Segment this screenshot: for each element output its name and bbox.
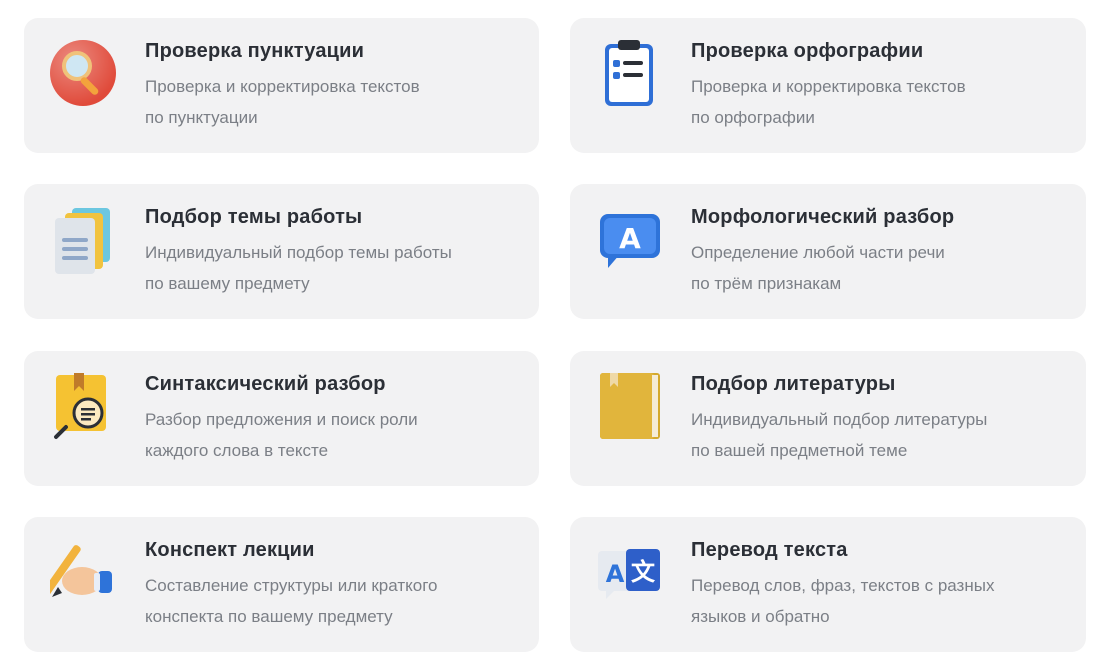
service-title: Конспект лекции [145, 539, 315, 561]
service-title: Подбор темы работы [145, 206, 363, 228]
service-description: Индивидуальный подбор темы работы по ваш… [145, 243, 452, 293]
letter-a-speech-bubble-icon: A [596, 204, 662, 274]
service-card-translation[interactable]: A 文 Перевод текста Перевод слов, фраз, т… [570, 517, 1086, 652]
svg-text:A: A [619, 222, 641, 255]
service-description: Проверка и корректировка текстов по орфо… [691, 77, 966, 127]
hand-pencil-icon [50, 537, 116, 607]
magnifier-icon [50, 38, 116, 108]
folder-search-icon [50, 371, 116, 441]
svg-text:文: 文 [631, 558, 656, 586]
service-description: Индивидуальный подбор литературы по ваше… [691, 410, 988, 460]
clipboard-checklist-icon [596, 38, 662, 108]
svg-text:A: A [606, 560, 625, 588]
service-description: Составление структуры или краткого консп… [145, 576, 438, 626]
service-card-literature[interactable]: Подбор литературы Индивидуальный подбор … [570, 351, 1086, 486]
service-description: Разбор предложения и поиск роли каждого … [145, 410, 418, 460]
service-card-punctuation[interactable]: Проверка пунктуации Проверка и корректир… [24, 18, 539, 153]
service-description: Перевод слов, фраз, текстов с разных язы… [691, 576, 995, 626]
service-title: Морфологический разбор [691, 206, 955, 228]
service-title: Перевод текста [691, 539, 848, 561]
service-card-spelling[interactable]: Проверка орфографии Проверка и корректир… [570, 18, 1086, 153]
service-card-topic[interactable]: Подбор темы работы Индивидуальный подбор… [24, 184, 539, 319]
service-title: Проверка пунктуации [145, 40, 365, 62]
documents-stack-icon [50, 204, 116, 274]
service-title: Подбор литературы [691, 373, 896, 395]
service-description: Проверка и корректировка текстов по пунк… [145, 77, 420, 127]
translate-icon: A 文 [596, 537, 662, 607]
service-card-lecture-notes[interactable]: Конспект лекции Составление структуры ил… [24, 517, 539, 652]
services-grid: Проверка пунктуации Проверка и корректир… [0, 0, 1107, 672]
service-title: Проверка орфографии [691, 40, 924, 62]
service-card-morphology[interactable]: A Морфологический разбор Определение люб… [570, 184, 1086, 319]
service-description: Определение любой части речи по трём при… [691, 243, 945, 293]
service-title: Синтаксический разбор [145, 373, 386, 395]
service-card-syntax[interactable]: Синтаксический разбор Разбор предложения… [24, 351, 539, 486]
book-icon [596, 371, 662, 441]
